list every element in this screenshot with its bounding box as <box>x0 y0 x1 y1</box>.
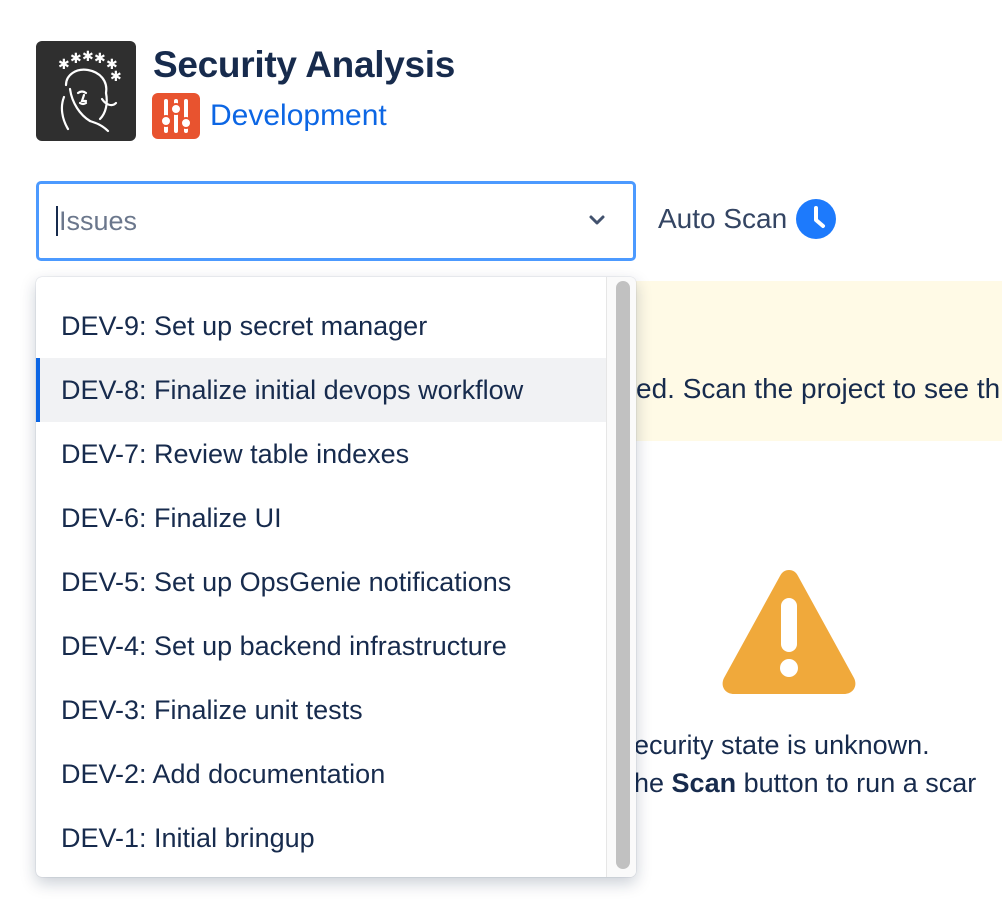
dropdown-option[interactable]: DEV-3: Finalize unit tests <box>36 678 606 742</box>
project-name[interactable]: Development <box>210 99 387 133</box>
security-state-text: ecurity state is unknown. <box>634 730 930 760</box>
banner-text: ed. Scan the project to see th <box>636 373 1001 404</box>
text-caret <box>56 206 58 236</box>
face-logo-icon: ✱ ✱ ✱ ✱ ✱ ✱ <box>58 49 122 133</box>
dropdown-option[interactable]: DEV-5: Set up OpsGenie notifications <box>36 550 606 614</box>
dropdown-option[interactable]: DEV-9: Set up secret manager <box>36 294 606 358</box>
project-link[interactable]: Development <box>152 93 387 139</box>
dropdown-option-highlighted[interactable]: DEV-8: Finalize initial devops workflow <box>36 358 606 422</box>
clock-icon[interactable] <box>795 198 837 240</box>
warning-icon <box>722 570 856 694</box>
dropdown-option[interactable]: DEV-2: Add documentation <box>36 742 606 806</box>
issues-options-list: DEV-9: Set up secret manager DEV-8: Fina… <box>36 294 606 870</box>
svg-text:✱: ✱ <box>94 51 106 67</box>
dropdown-option[interactable]: DEV-4: Set up backend infrastructure <box>36 614 606 678</box>
dropdown-option[interactable]: DEV-6: Finalize UI <box>36 486 606 550</box>
app-logo: ✱ ✱ ✱ ✱ ✱ ✱ <box>36 41 136 141</box>
issues-select[interactable]: Issues <box>36 181 636 261</box>
page-title: Security Analysis <box>153 44 456 85</box>
scan-hint-bold: Scan <box>671 768 737 798</box>
auto-scan[interactable]: Auto Scan <box>658 198 837 240</box>
svg-text:✱: ✱ <box>58 57 70 73</box>
warning-banner: ed. Scan the project to see th <box>600 281 1002 441</box>
svg-text:✱: ✱ <box>82 49 94 65</box>
dropdown-option[interactable]: DEV-1: Initial bringup <box>36 806 606 870</box>
auto-scan-label: Auto Scan <box>658 203 788 234</box>
scrollbar-thumb[interactable] <box>616 281 630 869</box>
scan-hint-text: he Scan button to run a scar <box>634 768 977 798</box>
sliders-icon <box>152 93 200 139</box>
svg-text:✱: ✱ <box>70 51 82 67</box>
chevron-down-icon[interactable] <box>585 208 609 232</box>
scrollbar-track[interactable] <box>606 277 636 877</box>
issues-select-placeholder: Issues <box>59 205 138 236</box>
svg-text:✱: ✱ <box>110 69 122 85</box>
issues-dropdown-menu[interactable]: DEV-9: Set up secret manager DEV-8: Fina… <box>36 277 636 877</box>
dropdown-option[interactable]: DEV-7: Review table indexes <box>36 422 606 486</box>
